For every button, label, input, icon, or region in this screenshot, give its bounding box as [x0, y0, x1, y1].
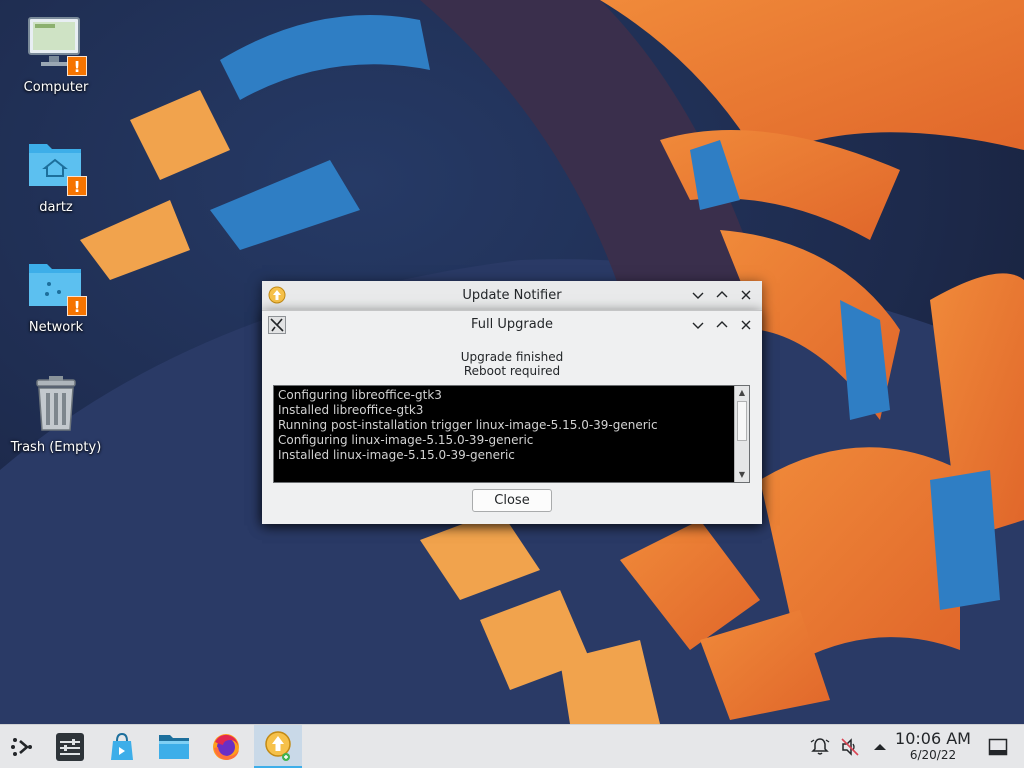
- taskbar-dolphin[interactable]: [152, 725, 196, 768]
- desktop-icon-label: Computer: [23, 80, 89, 95]
- close-window-button[interactable]: [736, 315, 756, 335]
- scroll-up-icon[interactable]: ▲: [735, 386, 749, 400]
- trash-icon: [25, 374, 87, 436]
- log-line: Configuring libreoffice-gtk3: [278, 388, 442, 402]
- taskbar-discover[interactable]: [100, 725, 144, 768]
- app-launcher-icon: [11, 737, 32, 756]
- x-app-icon: [268, 316, 286, 334]
- log-line: Installed libreoffice-gtk3: [278, 403, 424, 417]
- warning-badge: !: [67, 296, 87, 316]
- close-window-button[interactable]: [736, 285, 756, 305]
- desktop-icon-label: dartz: [39, 200, 73, 215]
- taskbar-firefox[interactable]: [204, 725, 248, 768]
- log-line: Configuring linux-image-5.15.0-39-generi…: [278, 433, 534, 447]
- chevron-down-icon: [692, 292, 704, 299]
- minimize-button[interactable]: [688, 315, 708, 335]
- full-upgrade-window: Full Upgrade Upgrade finished Reboot req…: [262, 310, 762, 524]
- network-folder-icon: !: [25, 254, 87, 316]
- log-scrollbar[interactable]: ▲ ▼: [734, 386, 749, 482]
- update-notifier-icon: [265, 730, 291, 761]
- window-title: Update Notifier: [462, 287, 562, 303]
- close-icon: [741, 290, 751, 300]
- scroll-down-icon[interactable]: ▼: [735, 468, 749, 482]
- desktop-icon-label: Trash (Empty): [10, 440, 102, 455]
- show-hidden-icons-icon[interactable]: [870, 737, 890, 757]
- clock-time: 10:06 AM: [895, 729, 971, 748]
- computer-icon: !: [25, 14, 87, 76]
- show-desktop-icon[interactable]: [988, 738, 1008, 758]
- window-title: Full Upgrade: [471, 317, 553, 332]
- chevron-up-icon: [716, 321, 728, 328]
- warning-badge: !: [67, 56, 87, 76]
- taskbar: 10:06 AM 6/20/22: [0, 724, 1024, 768]
- desktop-icon-dartz[interactable]: ! dartz: [6, 134, 106, 215]
- close-icon: [741, 320, 751, 330]
- volume-muted-icon[interactable]: [840, 737, 860, 757]
- minimize-button[interactable]: [688, 285, 708, 305]
- taskbar-system-settings[interactable]: [48, 725, 92, 768]
- update-notifier-icon: [268, 286, 286, 304]
- discover-icon: [111, 732, 133, 760]
- taskbar-update-notifier[interactable]: [254, 725, 302, 768]
- status-finished: Upgrade finished: [460, 350, 564, 364]
- update-notifier-titlebar[interactable]: Update Notifier: [262, 281, 762, 309]
- desktop-icon-network[interactable]: ! Network: [6, 254, 106, 335]
- warning-badge: !: [67, 176, 87, 196]
- chevron-down-icon: [692, 322, 704, 329]
- desktop-icon-computer[interactable]: ! Computer: [6, 14, 106, 95]
- upgrade-log[interactable]: Configuring libreoffice-gtk3 Installed l…: [273, 385, 750, 483]
- notifications-icon[interactable]: [810, 737, 830, 757]
- app-launcher-button[interactable]: [0, 725, 44, 768]
- scrollbar-thumb[interactable]: [737, 401, 747, 441]
- chevron-up-icon: [716, 291, 728, 298]
- status-reboot: Reboot required: [463, 364, 561, 378]
- clock-date: 6/20/22: [909, 748, 957, 762]
- maximize-button[interactable]: [712, 285, 732, 305]
- desktop-icon-trash[interactable]: Trash (Empty): [6, 374, 106, 455]
- log-line: Running post-installation trigger linux-…: [278, 418, 658, 432]
- home-folder-icon: !: [25, 134, 87, 196]
- dolphin-icon: [159, 734, 189, 759]
- close-button[interactable]: Close: [472, 489, 552, 512]
- full-upgrade-titlebar[interactable]: Full Upgrade: [262, 311, 762, 338]
- desktop-icon-label: Network: [28, 320, 84, 335]
- system-settings-icon: [56, 732, 84, 761]
- digital-clock[interactable]: 10:06 AM 6/20/22: [893, 729, 973, 763]
- firefox-icon: [213, 733, 239, 760]
- upgrade-status: Upgrade finished Reboot required: [262, 350, 762, 378]
- maximize-button[interactable]: [712, 315, 732, 335]
- log-line: Installed linux-image-5.15.0-39-generic: [278, 448, 515, 462]
